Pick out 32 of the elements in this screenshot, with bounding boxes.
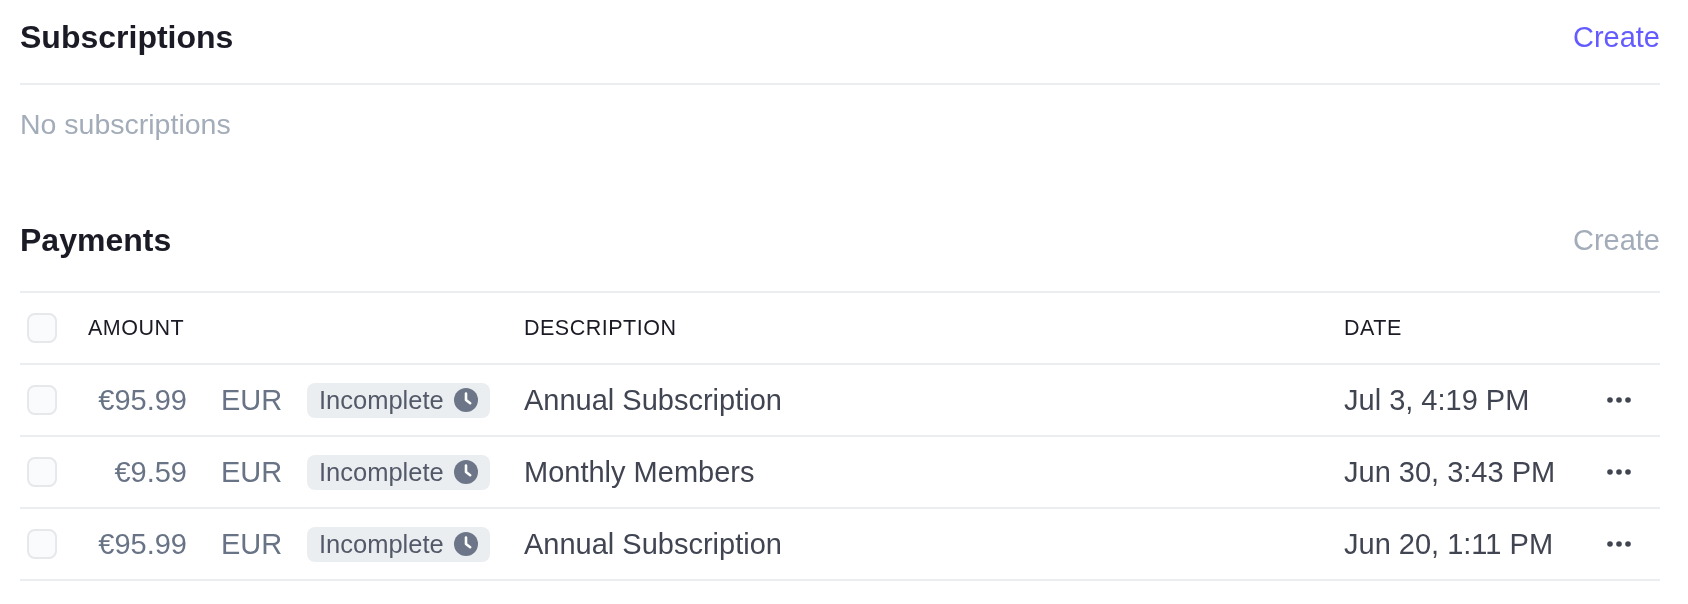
payment-currency: EUR — [221, 383, 283, 416]
empty-message: No subscriptions — [20, 107, 232, 142]
status-label: Incomplete — [319, 529, 444, 559]
payment-description: Annual Subscription — [524, 383, 782, 416]
payment-description: Annual Subscription — [524, 527, 782, 560]
more-options-icon[interactable] — [1607, 469, 1631, 475]
create-link[interactable]: Create — [1572, 17, 1660, 57]
payment-date: Jul 3, 4:19 PM — [1344, 383, 1530, 416]
payment-currency: EUR — [221, 527, 283, 560]
row-checkbox[interactable] — [27, 457, 57, 487]
clock-icon — [453, 388, 478, 412]
status-label: Incomplete — [319, 385, 444, 415]
column-header: AMOUNT — [88, 315, 185, 341]
column-header: DATE — [1344, 315, 1402, 341]
more-options-icon[interactable] — [1607, 541, 1631, 547]
clock-icon — [453, 460, 478, 484]
column-header: DESCRIPTION — [524, 315, 677, 341]
section-title: Payments — [20, 221, 172, 260]
status-label: Incomplete — [319, 457, 444, 487]
more-options-icon[interactable] — [1607, 397, 1631, 403]
payment-amount: €9.59 — [114, 455, 187, 489]
row-checkbox[interactable] — [27, 385, 57, 415]
payment-date: Jun 30, 3:43 PM — [1344, 455, 1556, 488]
select-all-checkbox[interactable] — [27, 313, 57, 343]
payment-date: Jun 20, 1:11 PM — [1344, 527, 1554, 560]
payment-amount: €95.99 — [98, 527, 187, 561]
row-checkbox[interactable] — [27, 529, 57, 559]
clock-icon — [453, 532, 478, 556]
payment-description: Monthly Members — [524, 455, 755, 488]
payment-currency: EUR — [221, 455, 283, 488]
section-title: Subscriptions — [20, 18, 234, 57]
payment-amount: €95.99 — [98, 383, 187, 417]
